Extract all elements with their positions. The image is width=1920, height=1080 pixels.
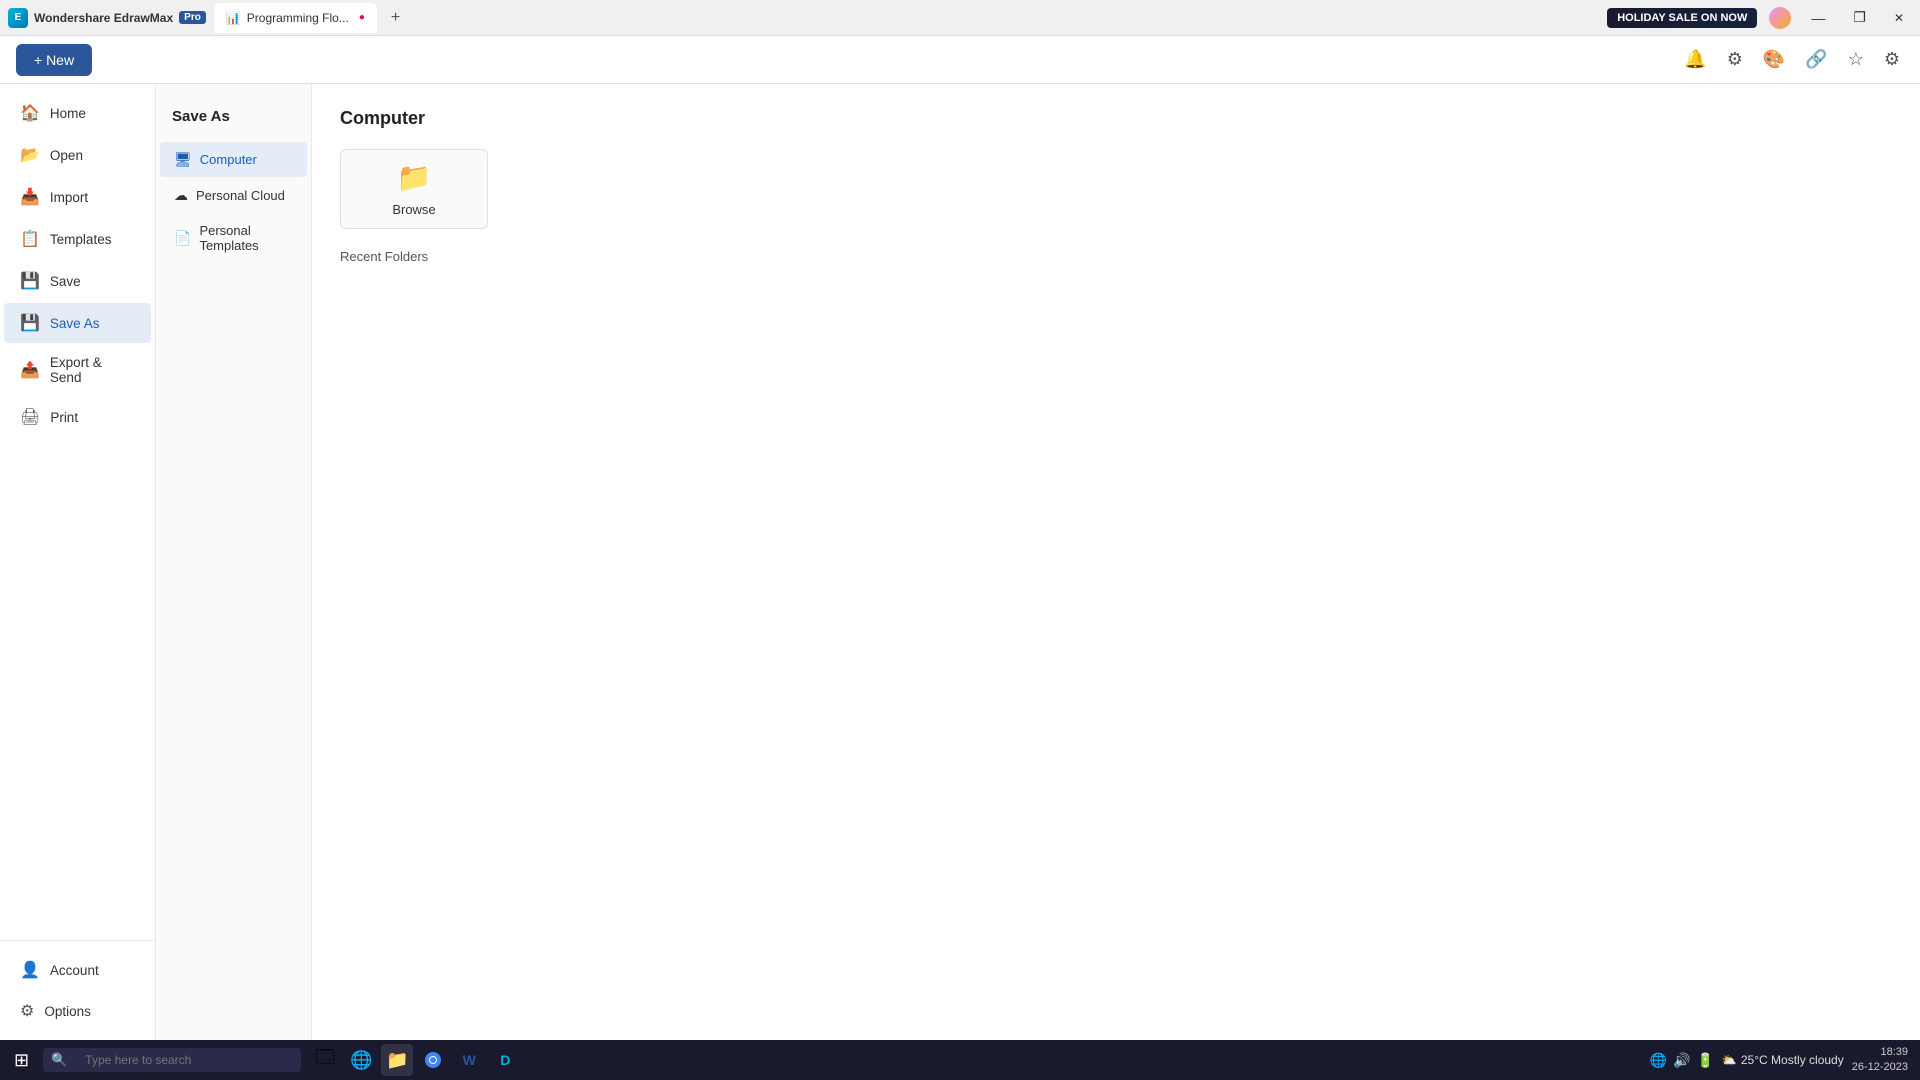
sidebar-item-home-label: Home bbox=[50, 106, 86, 121]
taskbar-right: 🌐 🔊 🔋 ⛅ 25°C Mostly cloudy 18:39 26-12-2… bbox=[1650, 1045, 1916, 1076]
minimize-button[interactable]: — bbox=[1803, 8, 1833, 28]
weather-icon: ⛅ bbox=[1722, 1053, 1737, 1067]
sidebar-item-export-label: Export & Send bbox=[50, 355, 135, 385]
save-as-icon: 💾 bbox=[20, 313, 40, 333]
taskbar-app-explorer[interactable]: 📁 bbox=[381, 1044, 413, 1076]
maximize-button[interactable]: ❐ bbox=[1845, 7, 1874, 28]
sidebar-item-import[interactable]: 📥 Import bbox=[4, 177, 151, 217]
user-avatar[interactable] bbox=[1769, 7, 1791, 29]
taskbar-app-word[interactable]: W bbox=[453, 1044, 485, 1076]
tab-active[interactable]: 📊 Programming Flo... ● bbox=[214, 3, 377, 33]
tab-close-icon[interactable]: ● bbox=[359, 12, 365, 23]
titlebar: E Wondershare EdrawMax Pro 📊 Programming… bbox=[0, 0, 1920, 36]
sidebar-item-options-label: Options bbox=[44, 1004, 91, 1019]
export-icon: 📤 bbox=[20, 360, 40, 380]
toolbar-right: 🔔 ⚙ 🎨 🔗 ☆ ⚙ bbox=[1680, 45, 1904, 74]
sidebar-item-save-label: Save bbox=[50, 274, 81, 289]
more-icon[interactable]: ⚙ bbox=[1880, 45, 1904, 74]
browse-button[interactable]: 📁 Browse bbox=[340, 149, 488, 229]
templates-icon: 📋 bbox=[20, 229, 40, 249]
taskbar-search-icon: 🔍 bbox=[51, 1052, 67, 1068]
folder-icon: 📁 bbox=[397, 161, 432, 194]
sidebar-item-save[interactable]: 💾 Save bbox=[4, 261, 151, 301]
taskbar-clock: 18:39 26-12-2023 bbox=[1852, 1045, 1908, 1076]
taskbar-search-input[interactable] bbox=[73, 1048, 293, 1072]
sidebar-item-export[interactable]: 📤 Export & Send bbox=[4, 345, 151, 395]
sidebar-bottom: 👤 Account ⚙ Options bbox=[0, 940, 155, 1032]
sidebar-item-templates-label: Templates bbox=[50, 232, 112, 247]
sidebar-item-save-as[interactable]: 💾 Save As bbox=[4, 303, 151, 343]
save-as-title: Save As bbox=[156, 100, 311, 141]
recent-folders-title: Recent Folders bbox=[340, 249, 1892, 264]
panel-item-personal-cloud-label: Personal Cloud bbox=[196, 188, 285, 203]
sidebar: 🏠 Home 📂 Open 📥 Import 📋 Templates 💾 Sav… bbox=[0, 84, 156, 1040]
toolbar: + New 🔔 ⚙ 🎨 🔗 ☆ ⚙ bbox=[0, 36, 1920, 84]
sidebar-item-home[interactable]: 🏠 Home bbox=[4, 93, 151, 133]
sidebar-item-templates[interactable]: 📋 Templates bbox=[4, 219, 151, 259]
network-icon[interactable]: 🌐 bbox=[1650, 1052, 1667, 1069]
sidebar-item-open[interactable]: 📂 Open bbox=[4, 135, 151, 175]
taskbar-systray: 🌐 🔊 🔋 bbox=[1650, 1052, 1714, 1069]
taskbar-app-view[interactable]: 🗔 bbox=[309, 1044, 341, 1076]
weather-text: 25°C Mostly cloudy bbox=[1741, 1053, 1844, 1067]
sidebar-item-save-as-label: Save As bbox=[50, 316, 100, 331]
sidebar-item-account-label: Account bbox=[50, 963, 99, 978]
theme-icon[interactable]: 🎨 bbox=[1759, 45, 1789, 74]
battery-icon[interactable]: 🔋 bbox=[1696, 1052, 1713, 1069]
close-button[interactable]: ✕ bbox=[1886, 9, 1912, 27]
panel-item-personal-templates-label: Personal Templates bbox=[199, 223, 293, 253]
logo-icon: E bbox=[8, 8, 28, 28]
sidebar-item-print-label: Print bbox=[50, 410, 78, 425]
time-display: 18:39 bbox=[1852, 1045, 1908, 1060]
taskbar-app-chrome[interactable] bbox=[417, 1044, 449, 1076]
start-button[interactable]: ⊞ bbox=[4, 1046, 39, 1075]
panel-item-computer-label: Computer bbox=[200, 152, 257, 167]
share-icon[interactable]: 🔗 bbox=[1801, 45, 1831, 74]
sidebar-item-print[interactable]: 🖨 Print bbox=[4, 397, 151, 437]
browse-label: Browse bbox=[392, 202, 435, 217]
app-name: Wondershare EdrawMax bbox=[34, 11, 173, 25]
titlebar-right: HOLIDAY SALE ON NOW — ❐ ✕ bbox=[1607, 7, 1912, 29]
content-title: Computer bbox=[340, 108, 1892, 129]
panel-item-computer[interactable]: 🖥 Computer bbox=[160, 142, 307, 177]
import-icon: 📥 bbox=[20, 187, 40, 207]
main-content: Computer 📁 Browse Recent Folders bbox=[312, 84, 1920, 1040]
holiday-sale-button[interactable]: HOLIDAY SALE ON NOW bbox=[1607, 8, 1757, 28]
notifications-icon[interactable]: 🔔 bbox=[1680, 45, 1710, 74]
tab-add-button[interactable]: + bbox=[385, 7, 406, 29]
panel-item-personal-templates[interactable]: 📄 Personal Templates bbox=[160, 214, 307, 262]
volume-icon[interactable]: 🔊 bbox=[1673, 1052, 1690, 1069]
save-icon: 💾 bbox=[20, 271, 40, 291]
account-icon: 👤 bbox=[20, 960, 40, 980]
sidebar-item-import-label: Import bbox=[50, 190, 88, 205]
taskbar: ⊞ 🔍 🗔 🌐 📁 W D 🌐 🔊 🔋 ⛅ 25°C Mostly cloudy bbox=[0, 1040, 1920, 1080]
cloud-icon: ☁ bbox=[174, 187, 188, 204]
open-icon: 📂 bbox=[20, 145, 40, 165]
taskbar-app-edraw[interactable]: D bbox=[489, 1044, 521, 1076]
personal-templates-icon: 📄 bbox=[174, 230, 191, 247]
weather-widget: ⛅ 25°C Mostly cloudy bbox=[1722, 1053, 1844, 1067]
print-icon: 🖨 bbox=[20, 407, 40, 427]
app-logo: E Wondershare EdrawMax Pro bbox=[8, 8, 206, 28]
sidebar-item-options[interactable]: ⚙ Options bbox=[4, 991, 151, 1031]
taskbar-app-browser[interactable]: 🌐 bbox=[345, 1044, 377, 1076]
titlebar-left: E Wondershare EdrawMax Pro 📊 Programming… bbox=[8, 3, 406, 33]
taskbar-apps: 🗔 🌐 📁 W D bbox=[309, 1044, 521, 1076]
new-button[interactable]: + New bbox=[16, 44, 92, 76]
tab-active-label: Programming Flo... bbox=[247, 11, 349, 25]
options-icon: ⚙ bbox=[20, 1001, 34, 1021]
pro-badge: Pro bbox=[179, 11, 206, 24]
home-icon: 🏠 bbox=[20, 103, 40, 123]
date-display: 26-12-2023 bbox=[1852, 1060, 1908, 1075]
star-icon[interactable]: ☆ bbox=[1844, 45, 1868, 74]
sidebar-item-account[interactable]: 👤 Account bbox=[4, 950, 151, 990]
sidebar-item-open-label: Open bbox=[50, 148, 83, 163]
taskbar-search-container[interactable]: 🔍 bbox=[43, 1048, 301, 1072]
panel-item-personal-cloud[interactable]: ☁ Personal Cloud bbox=[160, 178, 307, 213]
middle-panel: Save As 🖥 Computer ☁ Personal Cloud 📄 Pe… bbox=[156, 84, 312, 1040]
settings-icon[interactable]: ⚙ bbox=[1723, 45, 1747, 74]
app-body: 🏠 Home 📂 Open 📥 Import 📋 Templates 💾 Sav… bbox=[0, 84, 1920, 1040]
computer-icon: 🖥 bbox=[174, 151, 192, 168]
